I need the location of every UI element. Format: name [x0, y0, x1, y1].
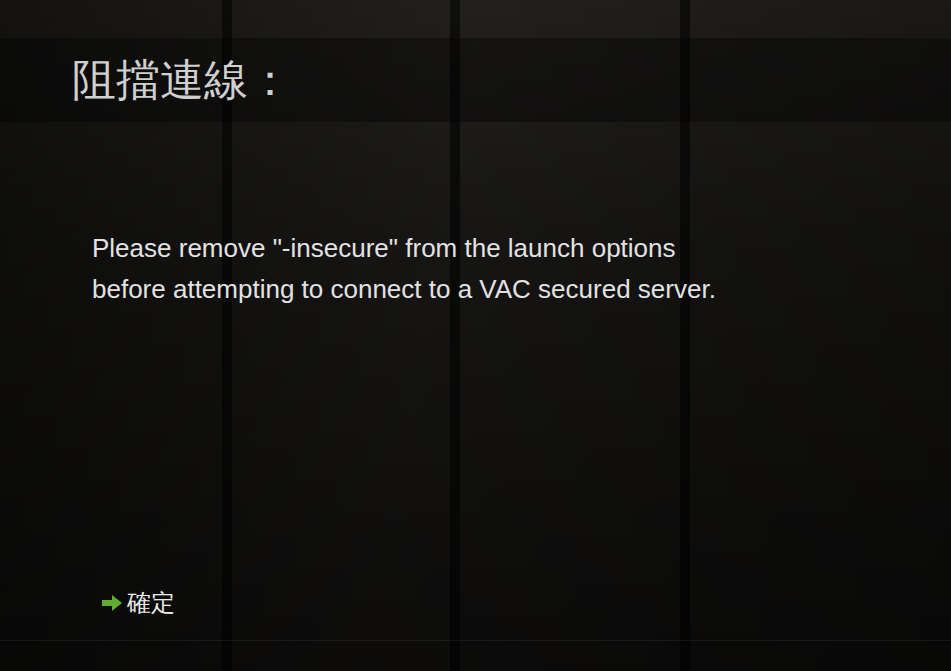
message-line: Please remove "-insecure" from the launc… [92, 228, 951, 269]
button-row: 確定 [0, 586, 951, 671]
bottom-rule [0, 640, 951, 641]
dialog-title: 阻擋連線： [72, 56, 292, 104]
confirm-button[interactable]: 確定 [97, 586, 179, 621]
message-line: before attempting to connect to a VAC se… [92, 269, 951, 310]
arrow-icon [101, 595, 123, 611]
button-label[interactable]: 確定 [127, 588, 175, 619]
dialog-screen: 阻擋連線： Please remove "-insecure" from the… [0, 0, 951, 671]
dialog-message: Please remove "-insecure" from the launc… [0, 122, 951, 310]
title-bar: 阻擋連線： [0, 38, 951, 122]
